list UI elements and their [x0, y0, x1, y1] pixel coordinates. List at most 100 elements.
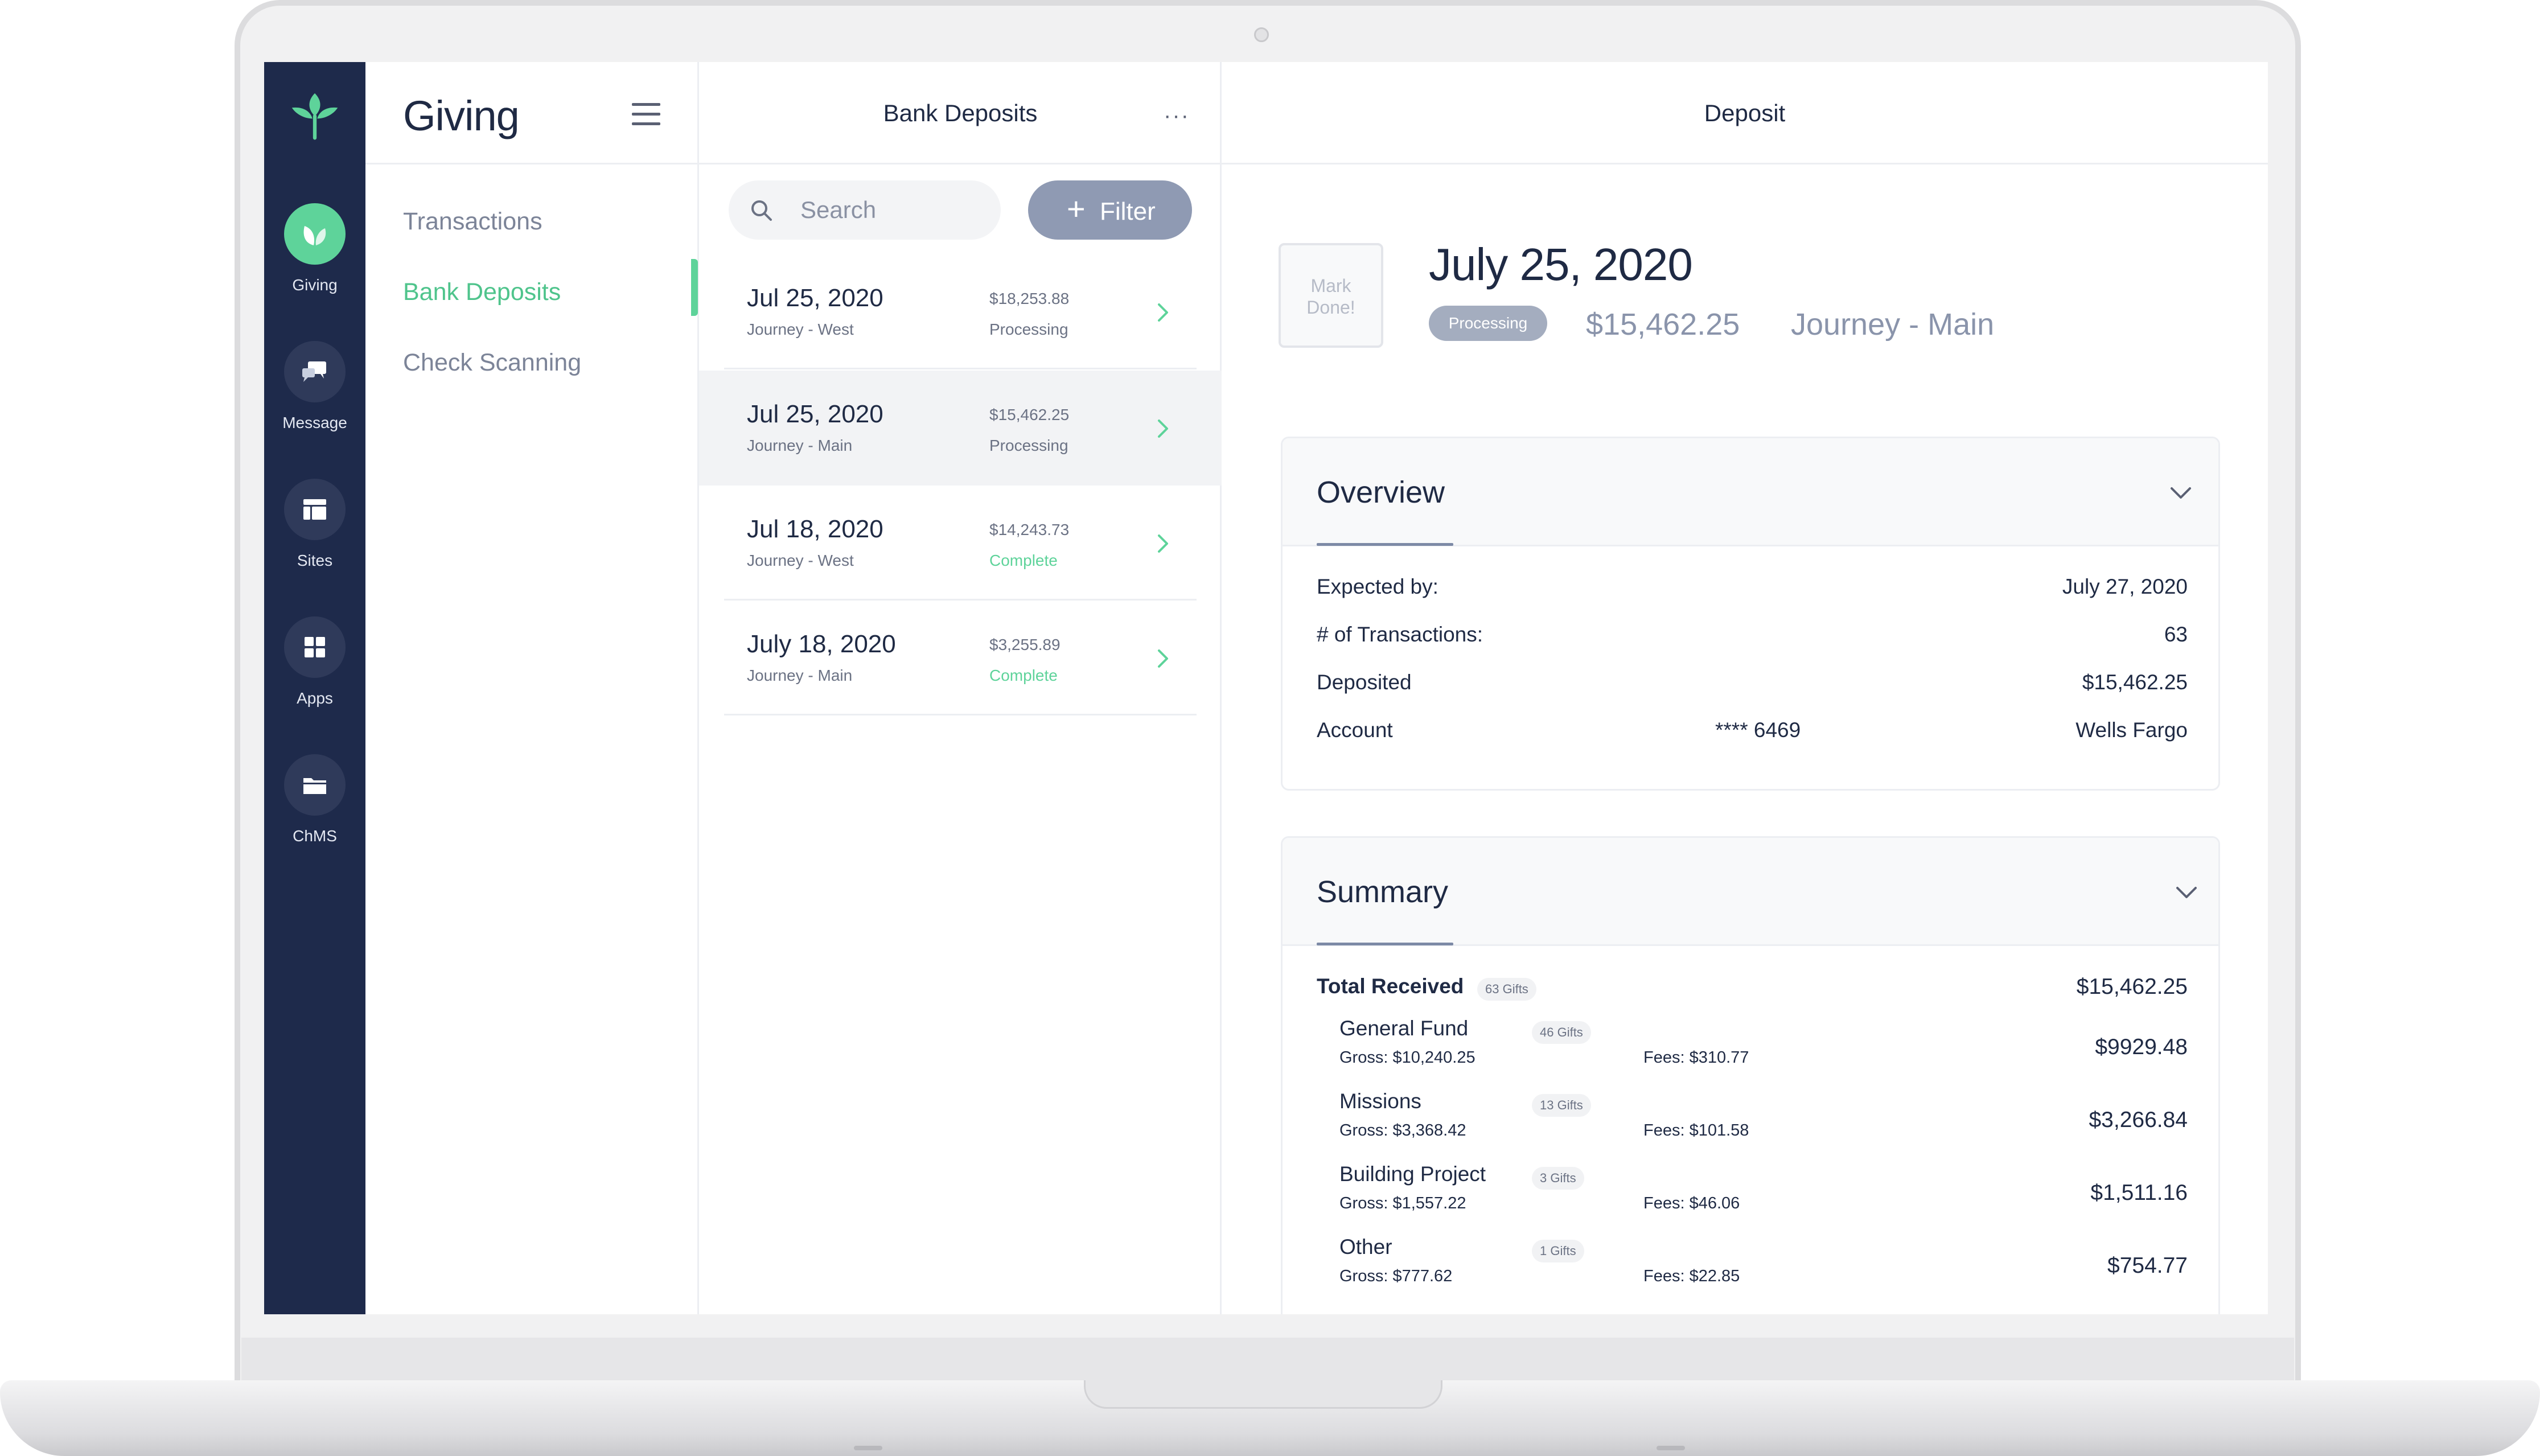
summary-title: Summary — [1317, 875, 1449, 909]
laptop-bezel — [241, 1338, 2294, 1383]
title-underline — [1317, 543, 1453, 546]
fund-net: $9929.48 — [2095, 1035, 2188, 1059]
deposit-date: Jul 25, 2020 — [747, 284, 883, 312]
deposit-detail-panel: Deposit Mark Done! July 25, 2020 Process… — [1222, 62, 2268, 1314]
mark-done-label: Mark — [1310, 275, 1351, 296]
nav-item-check-scanning[interactable]: Check Scanning — [403, 349, 581, 377]
rail-item-sites[interactable]: Sites — [264, 479, 365, 593]
overview-card-header[interactable]: Overview — [1283, 438, 2218, 546]
search-icon — [751, 200, 772, 221]
deposit-status: Processing — [989, 320, 1068, 338]
rail-item-message[interactable]: Message — [264, 341, 365, 455]
laptop-foot — [1657, 1446, 1685, 1450]
deposit-status: Processing — [989, 437, 1068, 454]
rail-item-chms[interactable]: ChMS — [264, 754, 365, 868]
deposit-status: Complete — [989, 552, 1058, 569]
fund-name: Building Project — [1339, 1162, 1486, 1186]
gifts-count-badge: 13 Gifts — [1532, 1094, 1591, 1117]
giving-nav: Giving Transactions Bank Deposits Check … — [365, 62, 699, 1314]
chevron-right-icon — [1158, 419, 1168, 438]
expected-value: July 27, 2020 — [2062, 575, 2188, 598]
rail-label: ChMS — [293, 827, 337, 845]
search-input[interactable]: Search — [729, 180, 1001, 240]
chevron-right-icon — [1158, 649, 1168, 668]
deposit-amount: $18,253.88 — [989, 290, 1070, 307]
rail-label: Giving — [292, 276, 338, 294]
fund-row: Missions 13 Gifts Gross: $3,368.42 Fees:… — [1339, 1089, 2188, 1146]
detail-header: Deposit — [1222, 62, 2268, 164]
fund-gross: Gross: $3,368.42 — [1339, 1121, 1466, 1140]
total-received-value: $15,462.25 — [2076, 974, 2188, 999]
fund-gross: Gross: $10,240.25 — [1339, 1048, 1475, 1067]
chevron-down-icon[interactable] — [2168, 485, 2193, 501]
chevron-right-icon — [1158, 303, 1168, 322]
deposit-location: Journey - Main — [747, 437, 853, 454]
account-bank: Wells Fargo — [2075, 718, 2188, 742]
camera-icon — [1254, 27, 1269, 42]
deposit-amount: $15,462.25 — [989, 406, 1070, 423]
rail-item-apps[interactable]: Apps — [264, 616, 365, 730]
nav-item-bank-deposits[interactable]: Bank Deposits — [403, 278, 561, 306]
deposit-row[interactable]: Jul 25, 2020 Journey - West $18,253.88 P… — [724, 254, 1197, 369]
list-title: Bank Deposits — [883, 100, 1038, 126]
fund-fees: Fees: $22.85 — [1643, 1267, 1740, 1285]
detail-title: Deposit — [1704, 100, 1786, 126]
page-title: Giving — [403, 92, 520, 139]
chevron-down-icon[interactable] — [2174, 885, 2199, 900]
deposit-row[interactable]: July 18, 2020 Journey - Main $3,255.89 C… — [724, 601, 1197, 715]
overview-row: Deposited $15,462.25 — [1317, 671, 2188, 699]
title-underline — [1317, 943, 1453, 945]
plus-icon: + — [1067, 191, 1086, 227]
list-header: Bank Deposits ··· — [699, 62, 1222, 164]
chat-bubbles-icon — [284, 341, 346, 402]
rail-label: Apps — [297, 689, 333, 707]
deposit-location: Journey - West — [747, 320, 854, 338]
hamburger-menu-icon[interactable] — [632, 103, 660, 126]
rail-item-giving[interactable]: Giving — [264, 203, 365, 317]
fund-row: General Fund 46 Gifts Gross: $10,240.25 … — [1339, 1017, 2188, 1074]
deposit-date: July 18, 2020 — [747, 630, 896, 658]
deposit-location: Journey - Main — [747, 667, 853, 684]
deposit-amount: $14,243.73 — [989, 521, 1070, 538]
transactions-label: # of Transactions: — [1317, 623, 1483, 646]
account-number: **** 6469 — [1715, 718, 1801, 742]
fund-fees: Fees: $101.58 — [1643, 1121, 1749, 1140]
app-screen: Giving Message Sites Apps ChMS Giving Tr… — [264, 62, 2268, 1314]
fund-fees: Fees: $46.06 — [1643, 1194, 1740, 1212]
deposited-label: Deposited — [1317, 671, 1412, 694]
overview-row: Expected by: July 27, 2020 — [1317, 575, 2188, 603]
deposit-total-amount: $15,462.25 — [1586, 307, 1740, 342]
fund-name: General Fund — [1339, 1017, 1469, 1040]
deposit-location: Journey - West — [747, 552, 854, 569]
nav-item-transactions[interactable]: Transactions — [403, 208, 542, 236]
fund-net: $3,266.84 — [2089, 1108, 2188, 1132]
fund-net: $1,511.16 — [2090, 1181, 2188, 1205]
gifts-count-badge: 63 Gifts — [1477, 978, 1536, 1001]
fund-fees: Fees: $310.77 — [1643, 1048, 1749, 1067]
deposits-list-panel: Bank Deposits ··· Search + Filter Jul 25… — [691, 62, 1222, 1314]
search-placeholder: Search — [800, 196, 877, 223]
summary-card-header[interactable]: Summary — [1283, 838, 2218, 946]
overview-card: Overview Expected by: July 27, 2020 # of… — [1281, 437, 2220, 791]
leaf-icon — [284, 203, 346, 265]
overview-title: Overview — [1317, 475, 1445, 509]
mark-done-label: Done! — [1306, 297, 1355, 318]
nav-header: Giving — [365, 62, 699, 164]
deposit-amount: $3,255.89 — [989, 636, 1061, 653]
fund-gross: Gross: $1,557.22 — [1339, 1194, 1466, 1212]
deposit-row-selected[interactable]: Jul 25, 2020 Journey - Main $15,462.25 P… — [699, 371, 1222, 486]
filter-button[interactable]: + Filter — [1028, 180, 1192, 240]
gifts-count-badge: 46 Gifts — [1532, 1021, 1591, 1044]
folder-icon — [284, 754, 346, 816]
overview-row: Account **** 6469 Wells Fargo — [1317, 718, 2188, 747]
deposit-date: Jul 18, 2020 — [747, 515, 883, 543]
fund-row: Building Project 3 Gifts Gross: $1,557.2… — [1339, 1162, 2188, 1219]
layout-icon — [284, 479, 346, 540]
deposit-status: Complete — [989, 667, 1058, 684]
mark-done-button[interactable]: Mark Done! — [1279, 243, 1383, 348]
gifts-count-badge: 1 Gifts — [1532, 1240, 1584, 1262]
grid-icon — [284, 616, 346, 678]
more-options-icon[interactable]: ··· — [1164, 104, 1190, 127]
deposit-row[interactable]: Jul 18, 2020 Journey - West $14,243.73 C… — [724, 486, 1197, 601]
deposit-title-date: July 25, 2020 — [1429, 239, 1693, 290]
